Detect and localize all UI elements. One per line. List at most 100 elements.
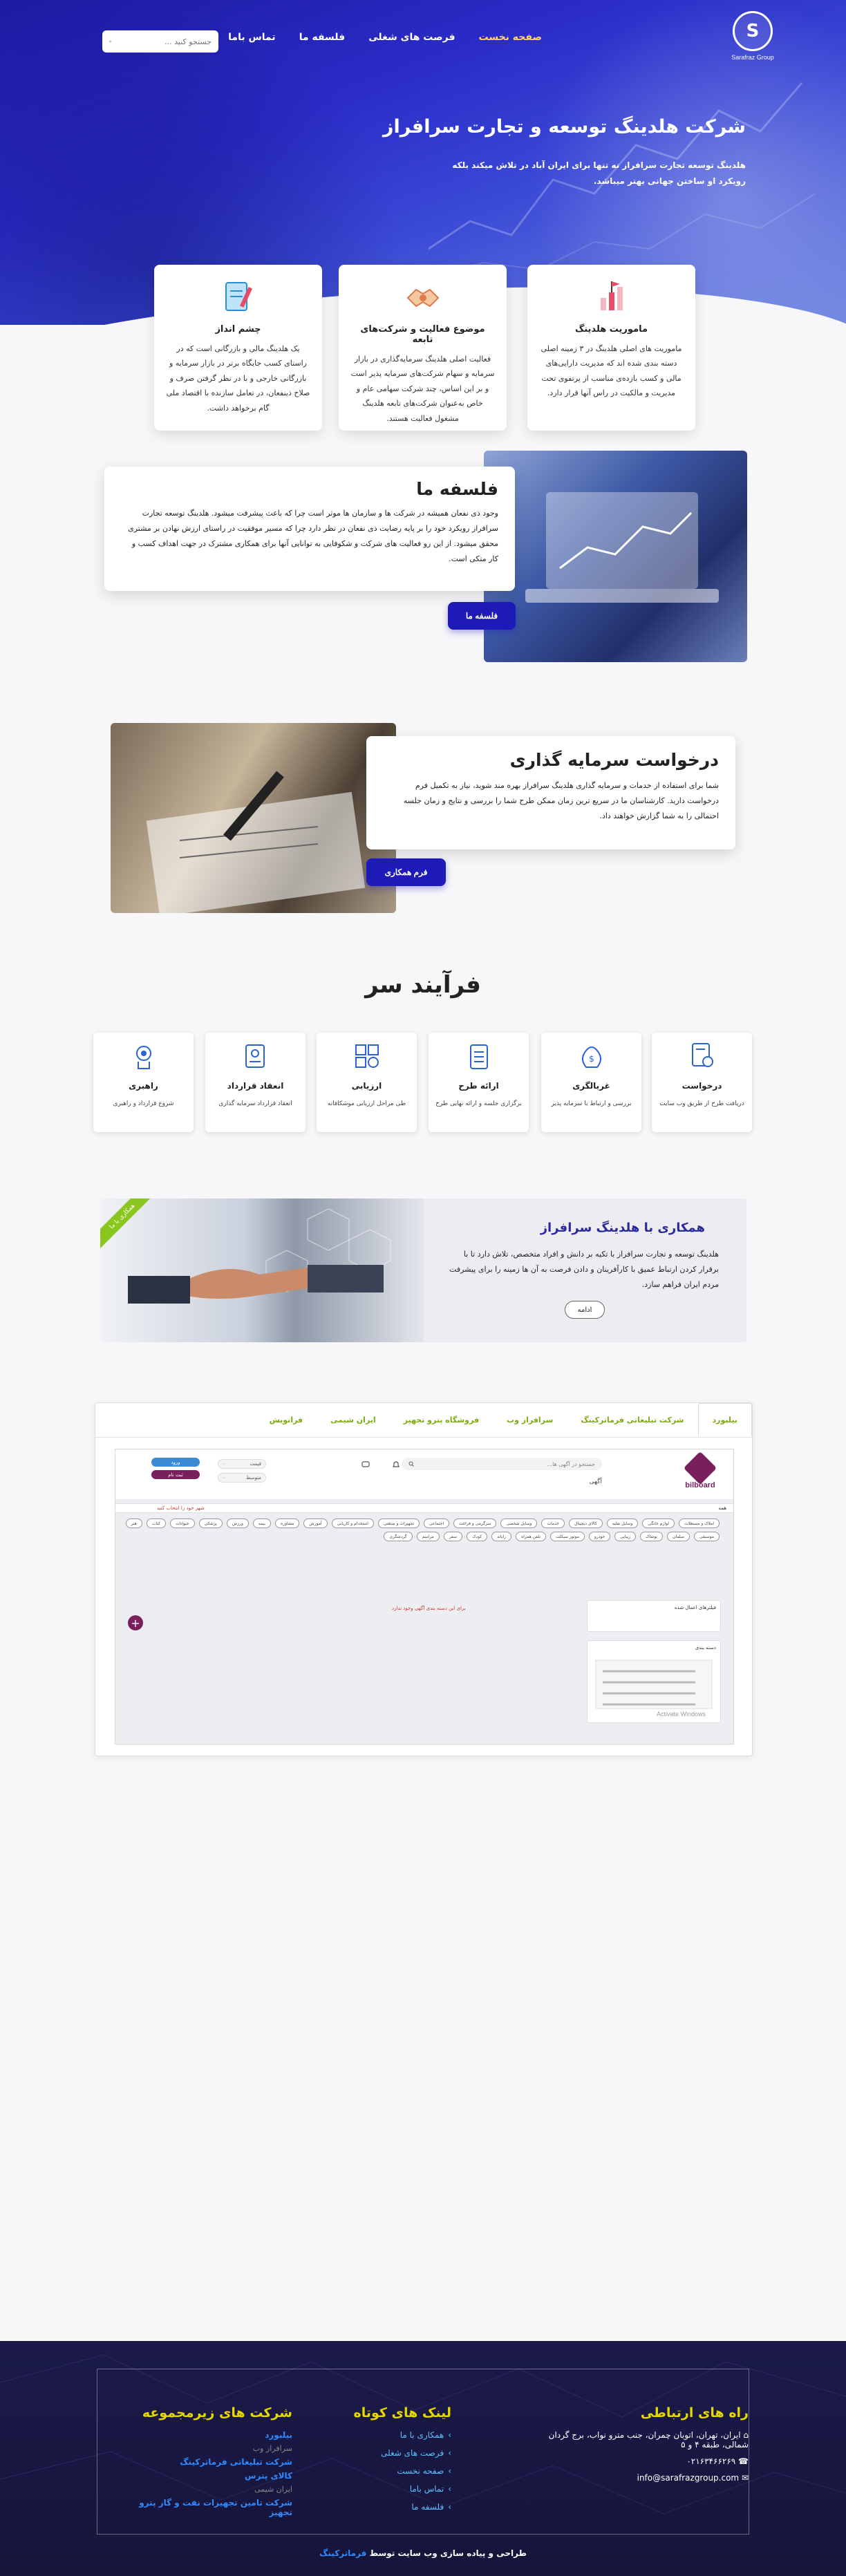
contract-icon [245,1044,265,1068]
handshake-illustration [128,1208,391,1304]
footer-phone: ☎ ۰۲۱۶۳۴۶۶۲۶۹ [541,2456,749,2466]
search-input[interactable] [111,37,212,46]
category-chip: آموزش [303,1519,328,1528]
footer-link[interactable]: › فرصت های شغلی [348,2448,451,2458]
activate-windows-watermark: Activate Windows [656,1711,706,1718]
process-step-proposal: ارائه طرح برگزاری جلسه و ارائه نهایی طرح [429,1033,529,1132]
subsidiaries-tabs: بیلبورد شرکت تبلیغاتی فرماترکینگ سرافراز… [95,1402,753,1756]
tab-bar: بیلبورد شرکت تبلیغاتی فرماترکینگ سرافراز… [95,1403,752,1438]
avg-field: متوسط ۰ [218,1473,266,1483]
mail-icon: ✉ [739,2473,749,2483]
cooperation-form-button[interactable]: فرم همکاری [366,858,446,886]
avg-value: ۰ [223,1475,225,1480]
logo-text: Sarafraz Group [731,54,774,61]
category-chip: ورزش [226,1519,249,1528]
laptop-chart-illustration [525,492,719,603]
footer-sub-link[interactable]: ایران شیمی [126,2485,292,2494]
category-chip: مبلمان [667,1532,690,1541]
footer-links-title: لینک های کوتاه [353,2405,452,2420]
clipboard-pencil-icon [225,282,252,311]
cooperation-title: همکاری با هلدینگ سرافراز [540,1221,705,1235]
site-logo[interactable]: S Sarafraz Group [722,11,784,66]
footer-contact-title: راه های ارتباطی [640,2405,749,2420]
tab-faravish[interactable]: فراتویش [256,1403,317,1437]
flag-chart-icon [600,281,623,310]
footer-email-text[interactable]: info@sarafrazgroup.com [637,2473,740,2483]
process-step-contract: انعقاد قرارداد انعقاد قرارداد سرمایه گذا… [205,1033,306,1132]
tab-petro-tajhiz[interactable]: فروشگاه پترو تجهیز [390,1403,493,1437]
process-step-text: بررسی و ارتباط با سرمایه پذیر [551,1100,632,1107]
process-step-evaluation: ارزیابی طی مراحل ارزیابی موشکافانه [317,1033,417,1132]
feature-text: ماموریت های اصلی هلدینگ در ۳ زمینه اصلی … [540,344,682,398]
footer-sub-link[interactable]: شرکت تامین تجهیزات نفت و گاز پترو تجهیز [126,2498,292,2517]
category-chip: سفر [443,1532,463,1541]
applied-filters-box: فیلترهای اعمال شده [587,1600,721,1632]
footer-link[interactable]: › صفحه نخست [348,2466,451,2476]
process-step-title: راهبری [129,1081,158,1091]
tab-sarafraz-web[interactable]: سرافراز وب [493,1403,567,1437]
footer-address-text: ایران، تهران، اتوبان چمران، جنب مترو نوا… [548,2430,749,2450]
avg-label: متوسط [246,1475,261,1480]
tab-iran-shimi[interactable]: ایران شیمی [317,1403,390,1437]
tab-bilboard[interactable]: بیلبورد [697,1403,752,1437]
footer-subs-title: شرکت های زیرمجموعه [142,2405,292,2420]
tab-formarketing[interactable]: شرکت تبلیغاتی فرماترکینگ [567,1403,697,1437]
bilboard-location-bar: همه شهر خود را انتخاب کنید [115,1503,733,1513]
feature-title: ماموریت هلدینگ [574,324,648,335]
process-step-screening: $ غربالگری بررسی و ارتباط با سرمایه پذیر [541,1033,641,1132]
process-step-text: انعقاد قرارداد سرمایه گذاری [218,1100,292,1107]
category-chip: تجهیزات و صنعتی [377,1519,420,1528]
footer-sub-link[interactable]: کالای پترس [126,2471,292,2481]
credit-brand-link[interactable]: فرماترکینگ [319,2548,366,2558]
category-chip: حیوانات [170,1519,195,1528]
category-chip: پزشکی [198,1519,223,1528]
nav-home[interactable]: صفحه نخست [479,32,542,43]
chat-icon [361,1461,370,1467]
category-chip: تلفن همراه [516,1532,546,1541]
category-chip: خودرو [588,1532,611,1541]
footer-address: ⌂ ایران، تهران، اتوبان چمران، جنب مترو ن… [541,2430,749,2450]
process-step-request: درخواست دریافت طرح از طریق وب سایت [652,1033,752,1132]
nav-contact[interactable]: تماس باما [228,32,276,43]
add-ad-button: + [128,1615,143,1630]
footer-phone-text[interactable]: ۰۲۱۶۳۴۶۶۲۶۹ [686,2456,735,2466]
nav-jobs[interactable]: فرصت های شغلی [368,32,455,43]
no-ads-message: برای این دسته بندی آگهی وجود ندارد [392,1606,466,1611]
search-icon[interactable] [109,36,111,47]
process-title: فرآیند سر [365,971,481,999]
main-nav: صفحه نخست فرصت های شغلی فلسفه ما تماس با… [228,32,542,43]
footer-link-text: تماس باما [409,2484,444,2494]
bilboard-search-text: جستجو در آگهی ها... [547,1460,595,1467]
chevron-icon: › [448,2466,451,2476]
footer-link[interactable]: › همکاری با ما [348,2430,451,2440]
process-step-text: طی مراحل ارزیابی موشکافانه [327,1100,406,1107]
site-footer: راه های ارتباطی ⌂ ایران، تهران، اتوبان چ… [0,2341,846,2576]
bilboard-ads-link: آگهی [589,1478,602,1485]
category-chip: کالای دیجیتال [568,1519,603,1528]
philosophy-button[interactable]: فلسفه ما [448,602,516,630]
category-chip: لوازم خانگی [642,1519,675,1528]
nav-philosophy[interactable]: فلسفه ما [299,32,346,43]
philosophy-title: فلسفه ما [416,479,498,499]
invest-text: شما برای استفاده از خدمات و سرمایه گذاری… [403,781,719,820]
register-button: ثبت نام [151,1470,200,1479]
footer-link[interactable]: › فلسفه ما [348,2502,451,2512]
feature-title: موضوع فعالیت و شرکت‌های تابعه [360,324,485,345]
footer-sub-link[interactable]: شرکت تبلیغاتی فرماترکینگ [126,2457,292,2467]
footer-sub-link[interactable]: بیلبورد [126,2430,292,2440]
feature-title: چشم انداز [215,324,261,335]
category-chip: رایانه [491,1532,512,1541]
footer-sub-link[interactable]: سرافراز وب [126,2444,292,2453]
category-chip: بیمه [252,1519,272,1528]
footer-subsidiaries-column: شرکت های زیرمجموعه بیلبورد سرافراز وب شر… [126,2405,292,2521]
feature-text: یک هلدینگ مالی و بازرگانی است که در راست… [166,344,310,413]
process-step-title: ارائه طرح [458,1081,499,1091]
footer-link[interactable]: › تماس باما [348,2484,451,2494]
bar-left-text: همه [718,1505,727,1511]
category-chip: کودک [467,1532,488,1541]
footer-frame: راه های ارتباطی ⌂ ایران، تهران، اتوبان چ… [97,2369,749,2535]
gear-head-icon [135,1046,151,1069]
bell-icon [393,1461,400,1467]
cooperation-more-button[interactable]: ادامه [565,1301,605,1319]
map-icon: ⌂ [740,2430,749,2440]
